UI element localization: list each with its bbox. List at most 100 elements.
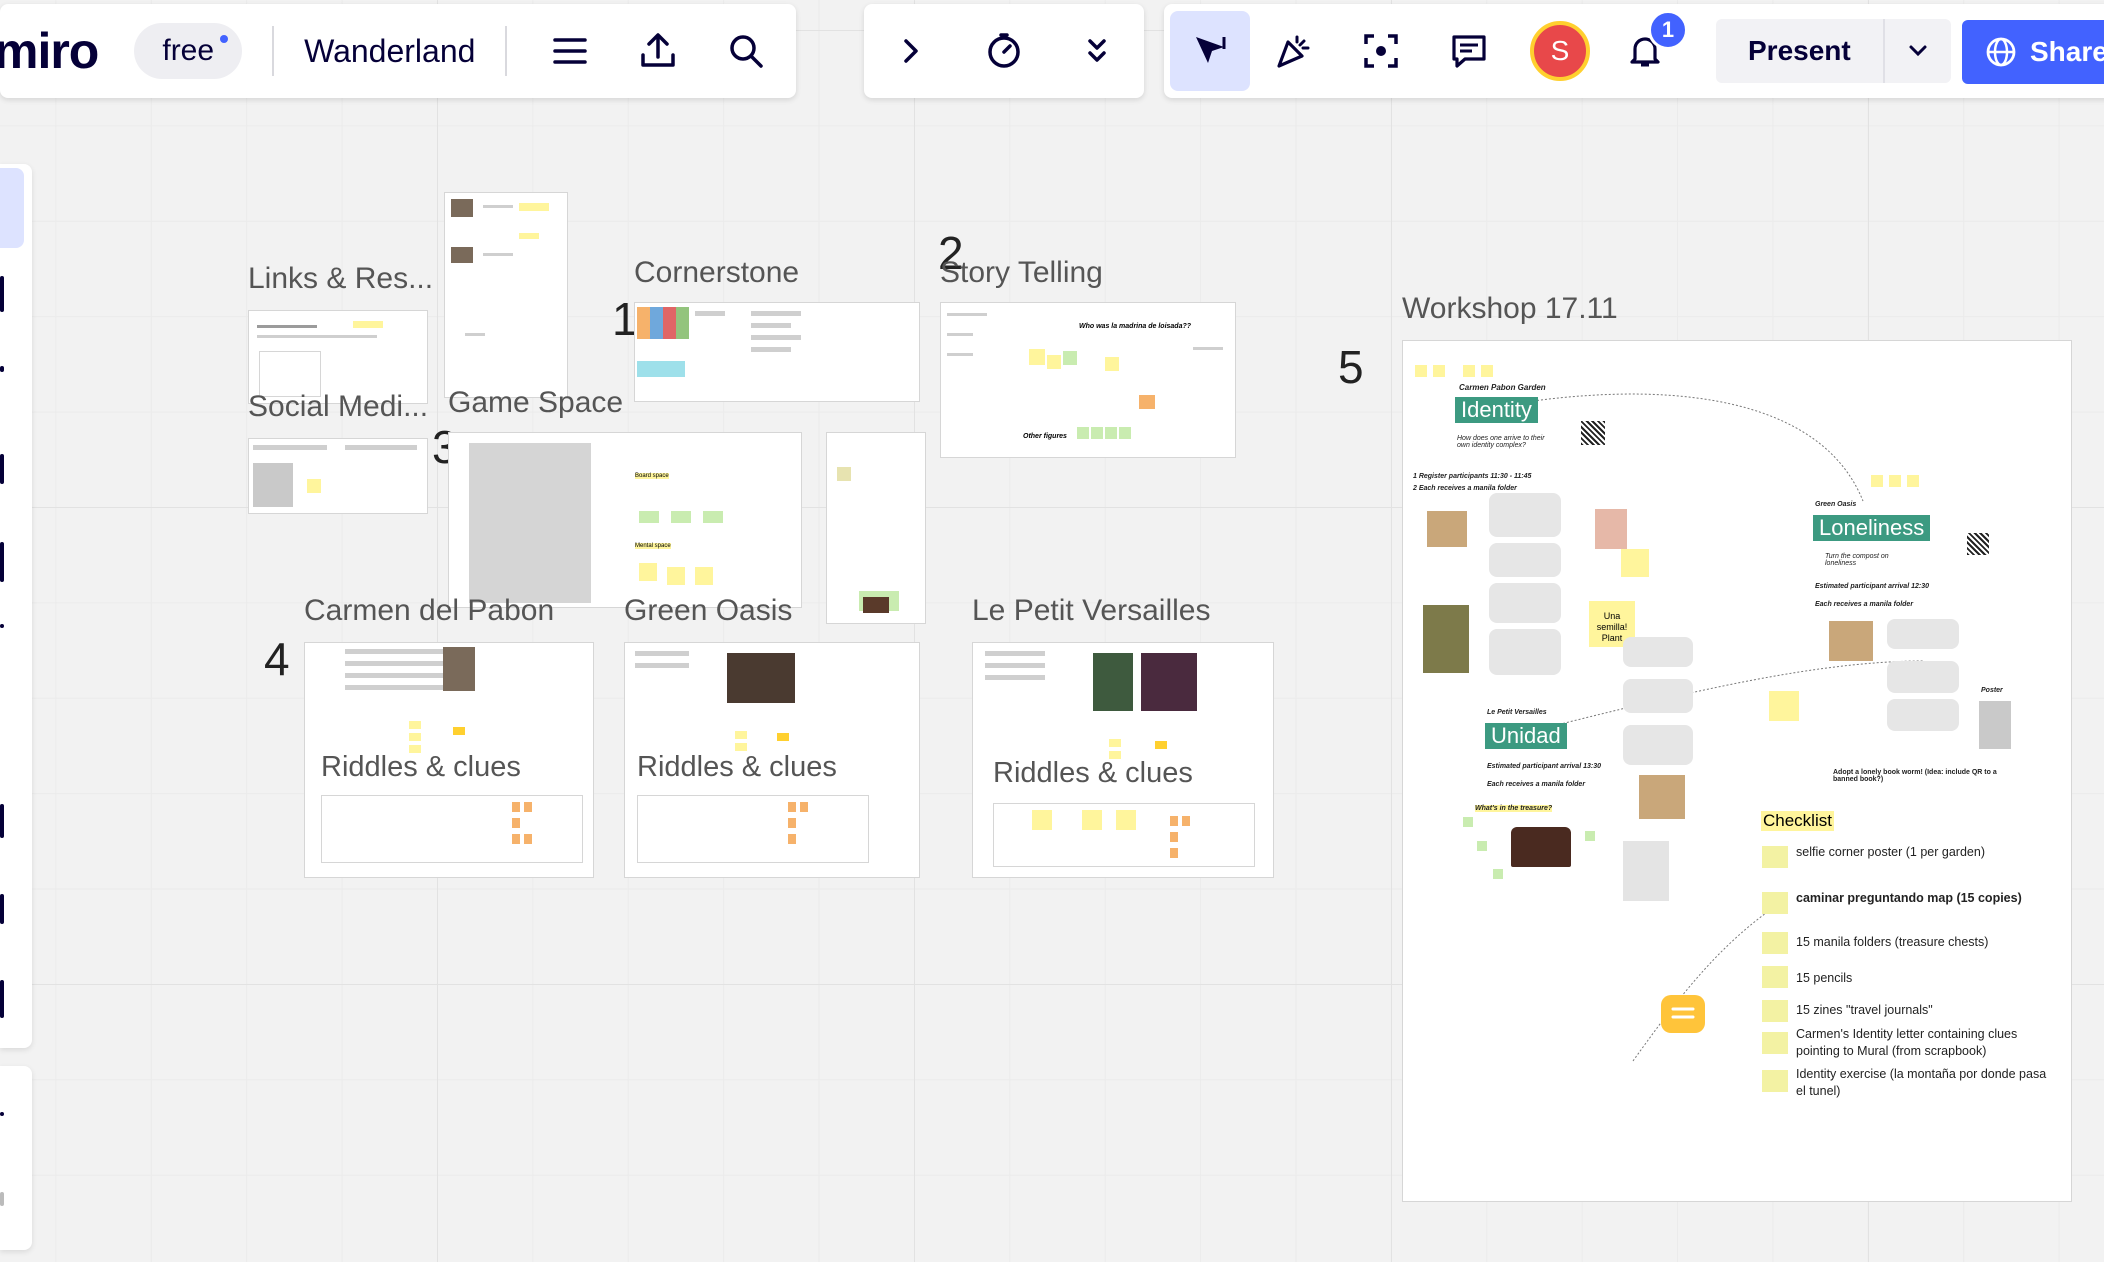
frame-game-space[interactable]: Board space Mental space: [448, 432, 802, 608]
frame-title-social[interactable]: Social Medi...: [248, 390, 428, 424]
sticky-note: [1415, 365, 1427, 377]
text-line: [751, 311, 801, 316]
sticky-note: [671, 511, 691, 523]
sticky-note-tool[interactable]: [0, 454, 4, 484]
clues-board: [321, 795, 583, 863]
sticky-note: [1109, 739, 1121, 747]
checklist-checkbox[interactable]: [1762, 1000, 1788, 1022]
frame-green-oasis[interactable]: Riddles & clues: [624, 642, 920, 878]
undo-button[interactable]: [0, 1112, 4, 1116]
divider: [505, 26, 508, 76]
miro-logo[interactable]: miro: [0, 22, 99, 80]
share-button[interactable]: Share: [1962, 20, 2104, 84]
comment-bubble[interactable]: [1661, 995, 1705, 1033]
checklist-item: selfie corner poster (1 per garden): [1796, 845, 1985, 859]
sticky-note: [1170, 848, 1178, 858]
more-tools-button[interactable]: [1064, 18, 1130, 84]
frame-game-pieces[interactable]: [826, 432, 926, 624]
present-button[interactable]: Present: [1716, 19, 1885, 83]
frame-title-workshop[interactable]: Workshop 17.11: [1402, 292, 1618, 326]
sticky-note: [695, 567, 713, 585]
board-name[interactable]: Wanderland: [304, 33, 475, 70]
select-tool[interactable]: [0, 168, 24, 248]
templates-tool[interactable]: [0, 276, 4, 312]
plan-badge[interactable]: free: [134, 23, 243, 79]
frame-title-links[interactable]: Links & Res...: [248, 262, 433, 296]
text-line: [257, 325, 317, 328]
user-avatar[interactable]: S: [1530, 21, 1590, 81]
comment-tool[interactable]: [0, 894, 4, 924]
globe-icon: [1986, 37, 2016, 67]
search-icon: [730, 35, 764, 68]
sticky-note: [519, 233, 539, 239]
frame-title-carmen[interactable]: Carmen del Pabon: [304, 594, 554, 628]
checklist-title: Checklist: [1761, 811, 1834, 831]
sticky-note: [512, 818, 520, 828]
frame-le-petit-versailles[interactable]: Riddles & clues: [972, 642, 1274, 878]
sticky-note: [1063, 351, 1077, 365]
checklist-item: Identity exercise (la montaña por donde …: [1796, 1067, 2047, 1098]
folder-unidad: Each receives a manila folder: [1487, 781, 1586, 788]
shapes-tool[interactable]: [0, 542, 4, 582]
sticky-note: [1477, 841, 1487, 851]
pen-tool[interactable]: [0, 804, 4, 838]
celebrate-button[interactable]: [1260, 18, 1326, 84]
frame-carmen[interactable]: Riddles & clues: [304, 642, 594, 878]
frame-title-green[interactable]: Green Oasis: [624, 594, 792, 628]
text-line: [465, 333, 485, 336]
pointer-flag-icon: [1196, 37, 1226, 63]
frame-social[interactable]: [248, 438, 428, 514]
sticky-note: [1493, 869, 1503, 879]
cursor-mode-button[interactable]: [1170, 11, 1250, 91]
frame-story-telling[interactable]: Who was la madrina de loisada?? Other fi…: [940, 302, 1236, 458]
search-button[interactable]: [713, 18, 779, 84]
notifications-button[interactable]: 1: [1612, 10, 1688, 84]
checklist-checkbox[interactable]: [1762, 966, 1788, 988]
color-grid: [637, 307, 689, 339]
text-line: [253, 445, 327, 450]
undo-redo-toolbar: [0, 1066, 32, 1250]
frame-reference-doc[interactable]: [444, 192, 568, 398]
sticky-note: [639, 563, 657, 581]
comment-icon: [1452, 35, 1486, 68]
sticky-note: [1155, 741, 1167, 749]
frame-title-story[interactable]: Story Telling: [940, 256, 1103, 290]
frame-title-game[interactable]: Game Space: [448, 386, 623, 420]
checklist-checkbox[interactable]: [1762, 892, 1788, 914]
text-line: [985, 675, 1045, 680]
illustration-image: [1623, 841, 1669, 901]
menu-button[interactable]: [537, 18, 603, 84]
checklist-checkbox[interactable]: [1762, 932, 1788, 954]
checklist-checkbox[interactable]: [1762, 846, 1788, 868]
export-button[interactable]: [625, 18, 691, 84]
treasure-chest-image: [1511, 827, 1571, 867]
frame-title-cornerstone[interactable]: Cornerstone: [634, 256, 799, 290]
object-card: [1887, 619, 1959, 649]
manila-folder-image: [1639, 775, 1685, 819]
frame-tool[interactable]: [0, 980, 4, 1018]
sticky-note: [667, 567, 685, 585]
object-card: [1887, 661, 1959, 693]
checklist-checkbox[interactable]: [1762, 1032, 1788, 1054]
frame-cornerstone[interactable]: [634, 302, 920, 402]
present-options-button[interactable]: [1885, 39, 1951, 63]
redo-button[interactable]: [0, 1192, 4, 1206]
checklist-item: 15 manila folders (treasure chests): [1796, 935, 1989, 949]
focus-frame-button[interactable]: [1348, 18, 1414, 84]
avatar-initial: S: [1550, 35, 1570, 66]
text-line: [947, 313, 987, 316]
frame-title-versailles[interactable]: Le Petit Versailles: [972, 594, 1210, 628]
comments-button[interactable]: [1436, 18, 1502, 84]
text-line: [751, 335, 801, 340]
riddles-title-green: Riddles & clues: [637, 751, 837, 783]
text-tool[interactable]: [0, 366, 4, 372]
expand-toolbar-button[interactable]: [878, 18, 944, 84]
connection-tool[interactable]: [0, 624, 4, 628]
sticky-note: [1119, 427, 1131, 439]
text-line: [985, 651, 1045, 656]
riddles-title-versailles: Riddles & clues: [993, 757, 1193, 789]
sticky-note: [788, 802, 796, 812]
text-line: [483, 205, 513, 208]
checklist-checkbox[interactable]: [1762, 1070, 1788, 1092]
timer-button[interactable]: [971, 18, 1037, 84]
